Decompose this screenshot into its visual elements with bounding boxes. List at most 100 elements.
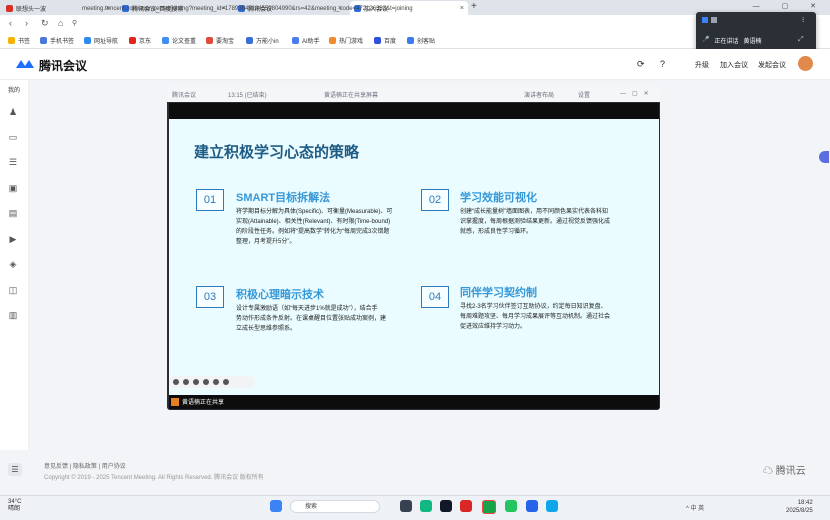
document-icon[interactable]: ▤ (8, 208, 18, 218)
share-status-icon (171, 397, 179, 406)
monitor-icon[interactable]: ▭ (8, 132, 18, 142)
jd-icon (129, 37, 136, 44)
bag-icon[interactable]: ◫ (8, 285, 18, 295)
bookmark-item[interactable]: 万能小in (246, 36, 279, 45)
item-title-04: 同伴学习契约制 (460, 287, 537, 299)
tab-favicon-icon (6, 4, 13, 12)
item-title-02: 学习效能可视化 (460, 192, 537, 204)
eraser-icon[interactable] (193, 379, 199, 385)
cloud-icon: ☁ (763, 466, 773, 477)
footer-copyright: Copyright © 2019 - 2025 Tencent Meeting.… (44, 475, 264, 481)
bookmark-item[interactable]: AI助手 (292, 36, 320, 45)
app-icon[interactable] (546, 500, 558, 512)
avatar[interactable] (798, 56, 813, 71)
app-icon[interactable] (505, 500, 517, 512)
mic-icon: 🎤 (702, 37, 710, 43)
share-status-bar (169, 395, 659, 409)
item-number-04: 04 (421, 286, 449, 308)
bookmark-item[interactable]: 书签 (8, 36, 30, 45)
upgrade-link[interactable]: 升级 (695, 60, 709, 70)
star-icon (8, 37, 15, 44)
start-icon[interactable] (270, 500, 282, 512)
item-body-04: 寻找2-3名学习伙伴签订互助协议，约定每日知识复盘、 每周难题攻坚、每月学习成果… (460, 304, 611, 330)
sidebar-item-mine[interactable]: 我的 (8, 85, 20, 94)
taskview-icon[interactable] (400, 500, 412, 512)
home-icon[interactable]: ⌂ (58, 18, 63, 28)
screen-share-popup[interactable]: ⁝ 🎤 正在讲话 黄语楠 ⤢ (696, 12, 816, 52)
edge-icon[interactable] (420, 500, 432, 512)
app-title: 腾讯会议 (39, 59, 88, 73)
settings-button[interactable]: 设置 (578, 90, 590, 99)
bookmark-item[interactable]: 京东 (129, 36, 151, 45)
side-float-button[interactable] (819, 151, 829, 163)
item-body-01: 将学期目标分解为具体(Specific)、可衡量(Measurable)、可 实… (236, 209, 393, 245)
bookmark-item[interactable]: 热门游戏 (329, 36, 363, 45)
baidu-icon (374, 37, 381, 44)
slide-title: 建立积极学习心态的策略 (194, 144, 360, 161)
taobao-icon (206, 37, 213, 44)
inbox-icon[interactable]: ▣ (8, 183, 18, 193)
more-icon[interactable] (223, 379, 229, 385)
bookmark-item[interactable]: 论文查重 (162, 36, 196, 45)
forward-icon[interactable]: › (25, 18, 28, 28)
weather-widget[interactable]: 34°C 晴朗 (8, 499, 21, 513)
slide-top-band (169, 103, 659, 119)
menu-icon[interactable]: ☰ (8, 463, 22, 476)
screen-icon[interactable] (213, 379, 219, 385)
close-icon[interactable] (173, 379, 179, 385)
layers-icon[interactable]: ◈ (8, 259, 18, 269)
speaking-status: 正在讲话 (714, 39, 739, 45)
ai-icon (292, 37, 299, 44)
speaker-name: 黄语楠 (743, 39, 762, 45)
bookmark-item[interactable]: 网址导航 (84, 36, 118, 45)
reload-icon[interactable]: ↻ (41, 18, 49, 29)
wechat-icon[interactable] (482, 500, 496, 514)
help-icon[interactable]: ? (660, 59, 665, 69)
bookmark-item[interactable]: 百度 (374, 36, 396, 45)
os-taskbar (0, 495, 830, 520)
item-number-03: 03 (196, 286, 224, 308)
annotation-toolbar[interactable] (169, 376, 255, 388)
item-number-01: 01 (196, 189, 224, 211)
refresh-icon[interactable]: ⟳ (637, 59, 645, 70)
wps-icon[interactable] (460, 500, 472, 512)
video-icon[interactable]: ▶ (8, 234, 18, 244)
sharing-indicator: 黄语楠正在共享 (171, 397, 224, 406)
start-meeting-link[interactable]: 发起会议 (758, 60, 786, 70)
user-icon[interactable]: ♟ (8, 107, 18, 117)
app-icon[interactable] (440, 500, 452, 512)
globe-icon (84, 37, 91, 44)
bookmark-item[interactable]: 创客贴 (407, 36, 435, 45)
tencent-meeting-icon[interactable] (526, 500, 538, 512)
list-icon[interactable]: ☰ (8, 157, 18, 167)
tab-title: 联想头一波 (16, 6, 47, 13)
tencent-cloud-logo: ☁ 腾讯云 (763, 466, 806, 477)
expand-icon[interactable]: ⤢ (798, 36, 804, 44)
system-tray[interactable]: ^ 中 英 (686, 503, 704, 512)
bookmark-item[interactable]: 要淘宝 (206, 36, 234, 45)
doc-icon (162, 37, 169, 44)
url-field[interactable]: meeting.tencent.com/user-center/joining?… (82, 3, 682, 15)
clock[interactable]: 18:42 2025/8/25 (786, 499, 813, 515)
layout-icon[interactable] (711, 17, 717, 23)
meeting-window-controls[interactable]: —▢✕ (620, 90, 655, 97)
share-app-icon (702, 17, 708, 23)
app-icon (246, 37, 253, 44)
popup-menu-icon[interactable]: ⁝ (802, 16, 804, 24)
canva-icon (407, 37, 414, 44)
join-meeting-link[interactable]: 加入会议 (720, 60, 748, 70)
site-info-icon[interactable]: ⚲ (72, 19, 77, 27)
taskbar-search[interactable]: 搜索 (290, 500, 380, 513)
pen-icon[interactable] (183, 379, 189, 385)
bookmark-item[interactable]: 手机书签 (40, 36, 74, 45)
item-body-03: 设计专属激励语（如“每天进步1%就是成功”），结合手 势动作形成条件反射。在课桌… (236, 306, 387, 332)
view-layout-button[interactable]: 演讲者布局 (524, 90, 554, 99)
clipboard-icon[interactable]: ▥ (8, 310, 18, 320)
phone-icon (40, 37, 47, 44)
back-icon[interactable]: ‹ (9, 18, 12, 28)
item-number-02: 02 (421, 189, 449, 211)
select-icon[interactable] (203, 379, 209, 385)
footer-links[interactable]: 意见反馈 | 隐私政策 | 用户协议 (44, 461, 126, 470)
tencent-meeting-logo-icon (16, 60, 34, 68)
window-controls[interactable]: — ▢ ✕ (753, 2, 826, 10)
